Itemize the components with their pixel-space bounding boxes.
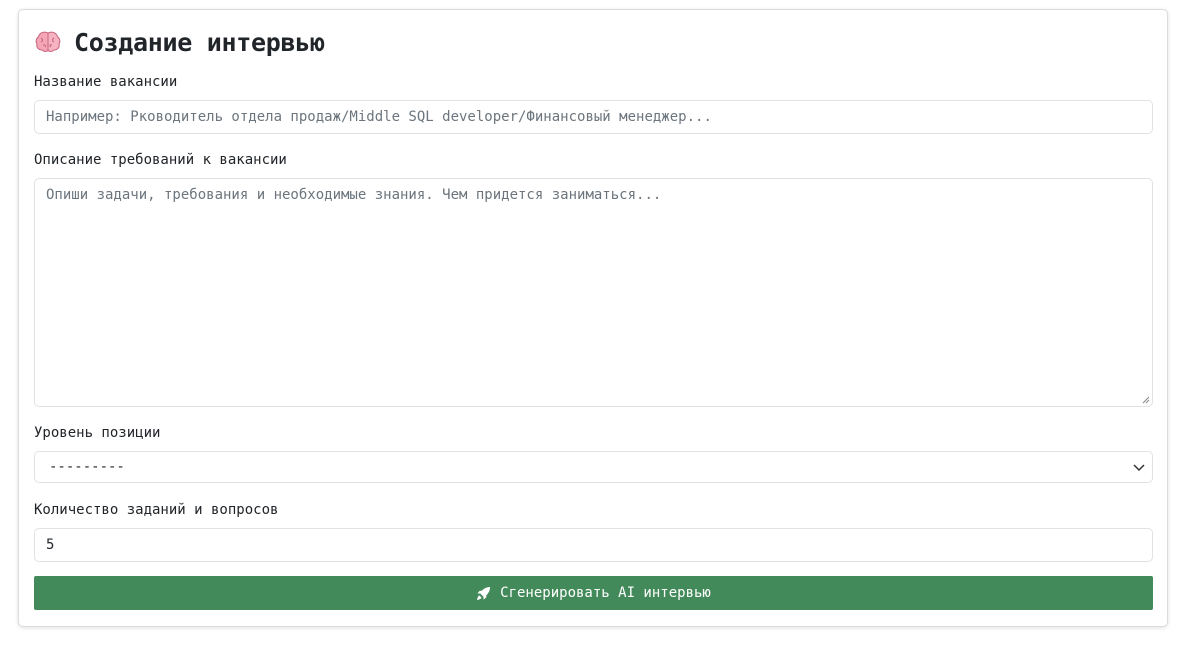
brain-icon	[35, 31, 61, 52]
chevron-down-icon	[1133, 464, 1145, 472]
generate-interview-button[interactable]: Сгенерировать AI интервью	[34, 576, 1153, 610]
description-placeholder: Опиши задачи, требования и необходимые з…	[46, 187, 662, 203]
level-select[interactable]: ---------	[34, 451, 1153, 483]
vacancy-name-label: Название вакансии	[34, 74, 178, 90]
header: Создание интервью	[34, 10, 1152, 72]
resize-handle-icon[interactable]	[1140, 394, 1150, 404]
description-textarea[interactable]: Опиши задачи, требования и необходимые з…	[34, 178, 1153, 407]
count-value: 5	[46, 537, 55, 553]
generate-button-label: Сгенерировать AI интервью	[500, 585, 711, 601]
rocket-icon	[477, 586, 491, 600]
interview-form-card: Создание интервью Название вакансии Напр…	[18, 9, 1168, 627]
vacancy-name-input[interactable]: Например: Рководитель отдела продаж/Midd…	[34, 100, 1153, 134]
level-selected-value: ---------	[49, 459, 125, 475]
description-label: Описание требований к вакансии	[34, 152, 287, 168]
level-label: Уровень позиции	[34, 425, 161, 441]
page-title: Создание интервью	[74, 27, 325, 57]
count-input[interactable]: 5	[34, 528, 1153, 562]
count-label: Количество заданий и вопросов	[34, 502, 279, 518]
vacancy-name-placeholder: Например: Рководитель отдела продаж/Midd…	[46, 109, 712, 125]
